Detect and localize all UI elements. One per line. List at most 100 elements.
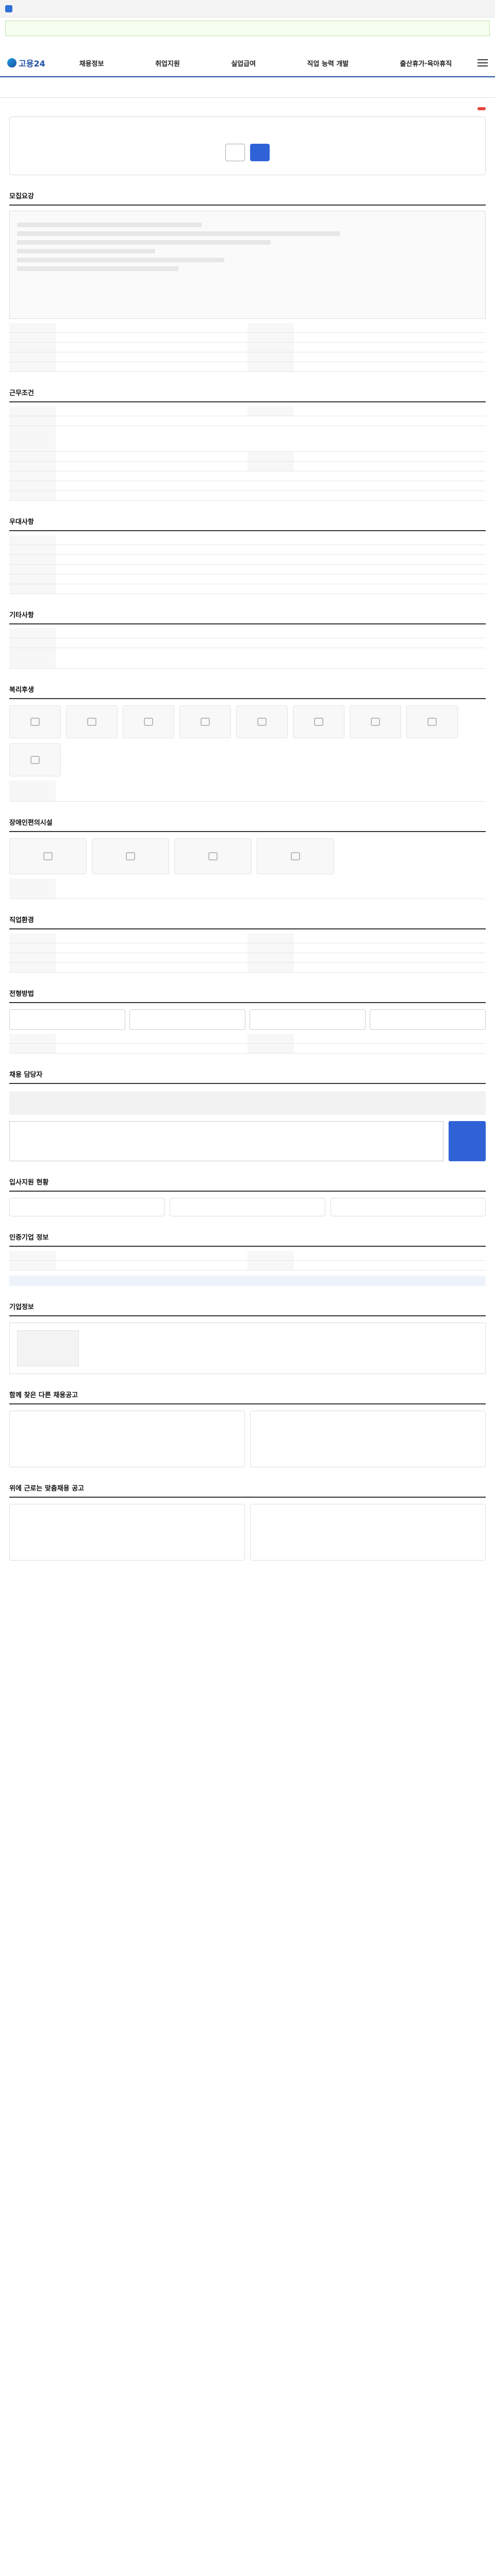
- summary-right: [253, 125, 476, 135]
- process-table: [9, 1034, 486, 1054]
- facility-icon: [208, 852, 218, 860]
- welfare-icon: [30, 756, 40, 764]
- section-title: 장애인편의시설: [9, 817, 486, 832]
- menu-item[interactable]: 실업급여: [231, 58, 256, 68]
- section-contact: 채용 담당자: [9, 1069, 486, 1161]
- welfare-card: [9, 705, 61, 738]
- section-title: 입사지원 현황: [9, 1177, 486, 1192]
- inquiry-form: [9, 1121, 486, 1161]
- contact-alert-box: [9, 1091, 486, 1115]
- welfare-icon: [314, 718, 323, 726]
- facility-card: [257, 838, 334, 874]
- section-others: 함께 찾은 다른 채용공고: [9, 1389, 486, 1467]
- inquiry-send-button[interactable]: [449, 1121, 486, 1161]
- stat-card: [9, 1198, 165, 1216]
- process-step: [370, 1009, 486, 1030]
- section-recruit: 모집요강: [9, 191, 486, 372]
- recruit-description-box: [9, 211, 486, 319]
- apply-button[interactable]: [250, 144, 270, 161]
- process-step: [9, 1009, 125, 1030]
- status-badge: [477, 107, 486, 110]
- job-card[interactable]: [9, 1411, 245, 1467]
- company-card: [9, 1323, 486, 1374]
- section-disabled: 장애인편의시설: [9, 817, 486, 899]
- logo-text: 고용24: [19, 59, 45, 69]
- job-card[interactable]: [250, 1504, 486, 1561]
- menu-item[interactable]: 직업 능력 개발: [307, 58, 349, 68]
- facility-icon-grid: [9, 838, 486, 874]
- search-bar[interactable]: [5, 21, 490, 36]
- job-card[interactable]: [9, 1504, 245, 1561]
- search-input[interactable]: [10, 25, 485, 32]
- section-title: 우대사항: [9, 516, 486, 531]
- stat-card: [170, 1198, 325, 1216]
- company-logo: [17, 1330, 79, 1366]
- welfare-icon-grid: [9, 705, 486, 776]
- summary-left: [19, 125, 242, 135]
- other-jobs: [9, 1411, 486, 1467]
- site-logo[interactable]: 고용24: [7, 57, 54, 69]
- welfare-card: [350, 705, 401, 738]
- facility-card: [9, 838, 87, 874]
- section-tabs: [0, 77, 495, 98]
- welfare-table: [9, 781, 486, 802]
- logo-mark-icon: [7, 58, 16, 67]
- welfare-icon: [87, 718, 96, 726]
- section-title: 함께 찾은 다른 채용공고: [9, 1389, 486, 1404]
- process-flow: [9, 1009, 486, 1030]
- site-favicon-icon: [5, 5, 12, 12]
- section-title: 기업정보: [9, 1301, 486, 1316]
- welfare-card: [406, 705, 458, 738]
- job-summary-card: [9, 116, 486, 175]
- facility-icon: [126, 852, 135, 860]
- welfare-card: [66, 705, 118, 738]
- section-title: 채용 담당자: [9, 1069, 486, 1084]
- recommended-jobs: [9, 1504, 486, 1561]
- section-title: 근무조건: [9, 387, 486, 402]
- save-job-button[interactable]: [225, 144, 245, 161]
- welfare-card: [293, 705, 344, 738]
- welfare-icon: [144, 718, 153, 726]
- inquiry-textarea[interactable]: [9, 1121, 443, 1161]
- section-title: 모집요강: [9, 191, 486, 206]
- browser-strip: [0, 0, 495, 18]
- section-title: 직업환경: [9, 914, 486, 929]
- main-menu: 채용정보 취업지원 실업급여 직업 능력 개발 출산휴가·육아휴직: [54, 58, 477, 68]
- section-title: 복리후생: [9, 684, 486, 699]
- section-title: 기타사항: [9, 609, 486, 624]
- job-card[interactable]: [250, 1411, 486, 1467]
- process-step: [250, 1009, 366, 1030]
- section-conditions: 근무조건: [9, 387, 486, 501]
- section-title: 인증기업 정보: [9, 1232, 486, 1247]
- facility-icon: [291, 852, 300, 860]
- section-welfare: 복리후생: [9, 684, 486, 802]
- section-title: 전형방법: [9, 988, 486, 1003]
- section-process: 전형방법: [9, 988, 486, 1054]
- preference-table: [9, 535, 486, 594]
- recruit-info-table: [9, 1251, 486, 1270]
- welfare-card: [179, 705, 231, 738]
- section-preference: 우대사항: [9, 516, 486, 594]
- info-bar: [9, 1276, 486, 1286]
- welfare-card: [236, 705, 288, 738]
- process-step: [129, 1009, 245, 1030]
- facility-table: [9, 878, 486, 899]
- recruit-table: [9, 323, 486, 372]
- welfare-icon: [257, 718, 267, 726]
- section-job-info: 직업환경: [9, 914, 486, 973]
- facility-card: [174, 838, 252, 874]
- menu-item[interactable]: 취업지원: [155, 58, 180, 68]
- stat-card: [330, 1198, 486, 1216]
- welfare-card: [123, 705, 174, 738]
- utility-links: [0, 36, 495, 49]
- hamburger-menu-icon[interactable]: [477, 59, 488, 66]
- section-title: 위에 근로는 맞춤채용 공고: [9, 1483, 486, 1498]
- facility-card: [92, 838, 169, 874]
- stats-row: [9, 1198, 486, 1216]
- job-info-table: [9, 934, 486, 973]
- welfare-icon: [201, 718, 210, 726]
- section-recommend: 위에 근로는 맞춤채용 공고: [9, 1483, 486, 1561]
- section-other: 기타사항: [9, 609, 486, 669]
- menu-item[interactable]: 채용정보: [79, 58, 104, 68]
- menu-item[interactable]: 출산휴가·육아휴직: [400, 58, 452, 68]
